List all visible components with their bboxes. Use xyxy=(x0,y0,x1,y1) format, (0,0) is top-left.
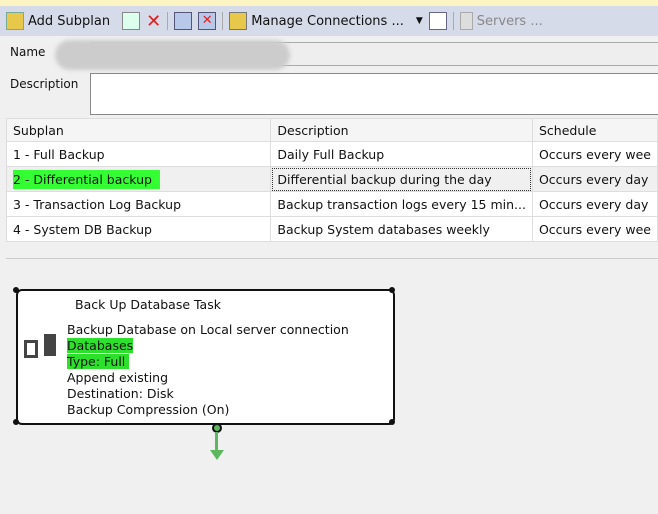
table-row-selected[interactable]: 2 - Differential backup Differential back… xyxy=(5,166,658,192)
subplan-cell[interactable]: 2 - Differential backup xyxy=(5,166,272,192)
manage-connections-button[interactable]: Manage Connections ... ▼ xyxy=(229,12,423,30)
schedule-icon[interactable] xyxy=(174,12,193,30)
resize-handle[interactable] xyxy=(389,419,395,425)
task-details: Backup Database on Local server connecti… xyxy=(67,322,349,418)
add-subplan-icon xyxy=(6,12,24,30)
description-cell[interactable]: Backup System databases weekly xyxy=(270,216,533,242)
table-row[interactable]: 3 - Transaction Log Backup Backup transac… xyxy=(5,191,658,217)
separator xyxy=(222,12,224,30)
backup-task-icon xyxy=(24,340,38,358)
edit-properties-icon[interactable] xyxy=(122,12,141,30)
precedence-arrow-icon[interactable] xyxy=(215,432,218,452)
separator xyxy=(167,12,169,30)
separator xyxy=(452,12,454,30)
report-icon[interactable] xyxy=(428,12,447,30)
chevron-down-icon: ▼ xyxy=(415,16,423,26)
subplan-grid: Subplan Description Schedule 1 - Full Back… xyxy=(5,118,658,242)
subplan-cell[interactable]: 4 - System DB Backup xyxy=(5,216,272,242)
schedule-cell[interactable]: Occurs every day xyxy=(531,166,658,192)
schedule-cell[interactable]: Occurs every day xyxy=(531,191,658,217)
toolbar: Add Subplan ✕ ✕ Manage Connections ... ▼ … xyxy=(0,6,658,36)
task-line: Type: Full xyxy=(67,354,130,369)
schedule-cell[interactable]: Occurs every wee xyxy=(531,216,658,242)
column-header-description[interactable]: Description xyxy=(270,118,533,142)
task-line: Destination: Disk xyxy=(67,386,174,401)
redacted-name xyxy=(55,40,290,70)
description-cell[interactable]: Backup transaction logs every 15 min... xyxy=(270,191,533,217)
task-line: Databases xyxy=(67,338,134,353)
add-subplan-button[interactable]: Add Subplan xyxy=(6,12,110,30)
table-row[interactable]: 1 - Full Backup Daily Full Backup Occurs e… xyxy=(5,141,658,167)
backup-database-task[interactable]: Back Up Database Task Backup Database on… xyxy=(16,289,395,425)
connections-icon xyxy=(229,12,248,30)
arrow-head-icon xyxy=(210,450,224,460)
resize-handle[interactable] xyxy=(13,287,19,293)
schedule-cell[interactable]: Occurs every wee xyxy=(531,141,658,167)
description-label: Description xyxy=(10,77,79,91)
task-line: Backup Database on Local server connecti… xyxy=(67,322,349,337)
server-icon xyxy=(44,334,56,356)
description-field[interactable] xyxy=(90,73,658,115)
redacted-databases xyxy=(133,338,214,350)
resize-handle[interactable] xyxy=(389,287,395,293)
subplan-cell[interactable]: 3 - Transaction Log Backup xyxy=(5,191,272,217)
description-cell[interactable]: Daily Full Backup xyxy=(270,141,533,167)
name-label: Name xyxy=(10,45,46,59)
table-row[interactable]: 4 - System DB Backup Backup System databa… xyxy=(5,216,658,242)
servers-button[interactable]: Servers ... xyxy=(459,12,543,30)
column-header-schedule[interactable]: Schedule xyxy=(531,118,658,142)
resize-handle[interactable] xyxy=(13,419,19,425)
description-cell[interactable]: Differential backup during the day xyxy=(270,166,533,192)
subplan-cell[interactable]: 1 - Full Backup xyxy=(5,141,272,167)
remove-schedule-icon[interactable]: ✕ xyxy=(198,12,217,30)
task-line: Backup Compression (On) xyxy=(67,402,230,417)
task-line: Append existing xyxy=(67,370,169,385)
task-title: Back Up Database Task xyxy=(75,297,221,312)
column-header-subplan[interactable]: Subplan xyxy=(5,118,272,142)
server-icon xyxy=(459,12,473,30)
delete-icon[interactable]: ✕ xyxy=(146,11,161,32)
